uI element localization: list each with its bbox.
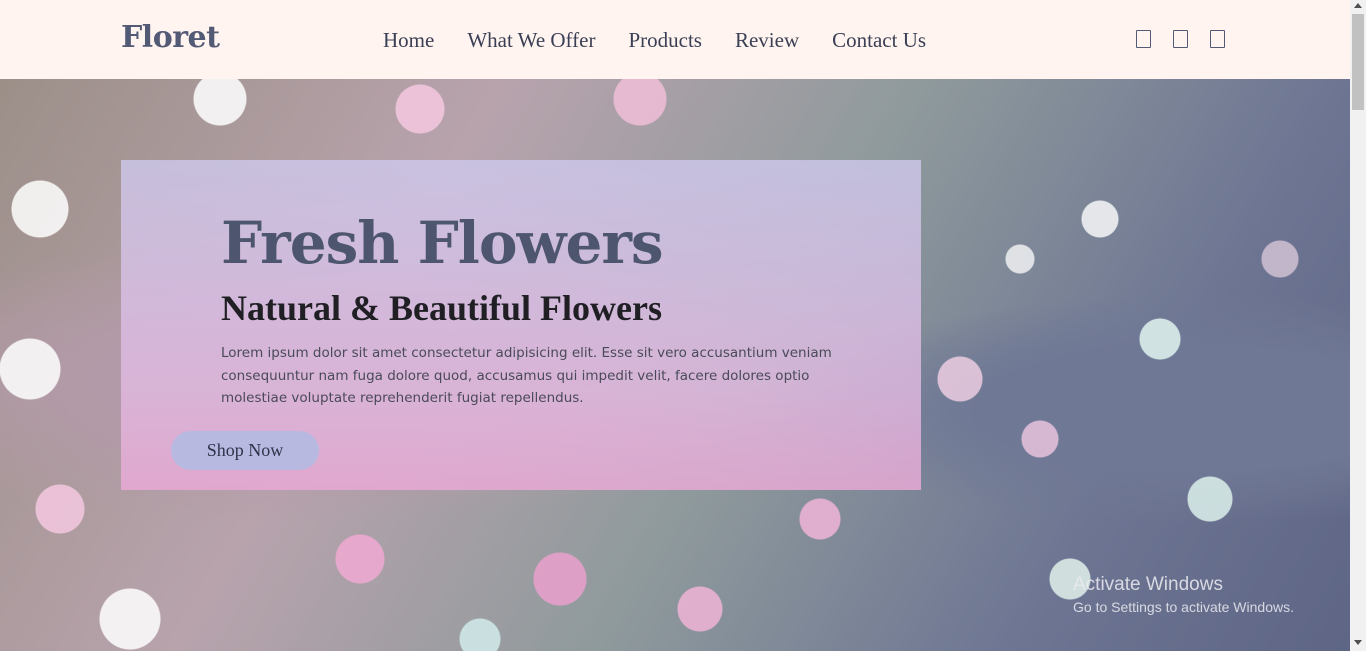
nav-home[interactable]: Home — [383, 27, 434, 53]
cart-icon[interactable] — [1173, 30, 1188, 48]
nav-review[interactable]: Review — [735, 27, 799, 53]
site-header: Floret Home What We Offer Products Revie… — [0, 0, 1350, 79]
hero-description: Lorem ipsum dolor sit amet consectetur a… — [221, 345, 832, 406]
nav-contact-us[interactable]: Contact Us — [832, 27, 926, 53]
user-icon[interactable] — [1210, 30, 1225, 48]
main-nav: Home What We Offer Products Review Conta… — [383, 27, 959, 53]
shop-now-button[interactable]: Shop Now — [171, 431, 319, 470]
site-logo[interactable]: Floret — [121, 20, 220, 55]
scroll-down-arrow-icon[interactable] — [1354, 640, 1362, 645]
nav-what-we-offer[interactable]: What We Offer — [467, 27, 595, 53]
scroll-thumb[interactable] — [1352, 14, 1364, 110]
hero-card: Fresh Flowers Natural & Beautiful Flower… — [121, 160, 921, 490]
nav-products[interactable]: Products — [628, 27, 702, 53]
hero-title: Fresh Flowers — [221, 209, 664, 277]
activate-windows-watermark: Activate Windows Go to Settings to activ… — [1073, 573, 1294, 617]
header-icons — [1136, 30, 1225, 48]
watermark-title: Activate Windows — [1073, 574, 1223, 595]
hero-section: Fresh Flowers Natural & Beautiful Flower… — [0, 79, 1350, 651]
watermark-subtitle: Go to Settings to activate Windows. — [1073, 599, 1294, 615]
vertical-scrollbar[interactable] — [1350, 0, 1366, 651]
scroll-up-arrow-icon[interactable] — [1354, 3, 1362, 8]
hero-subtitle: Natural & Beautiful Flowers — [221, 288, 662, 328]
heart-icon[interactable] — [1136, 30, 1151, 48]
